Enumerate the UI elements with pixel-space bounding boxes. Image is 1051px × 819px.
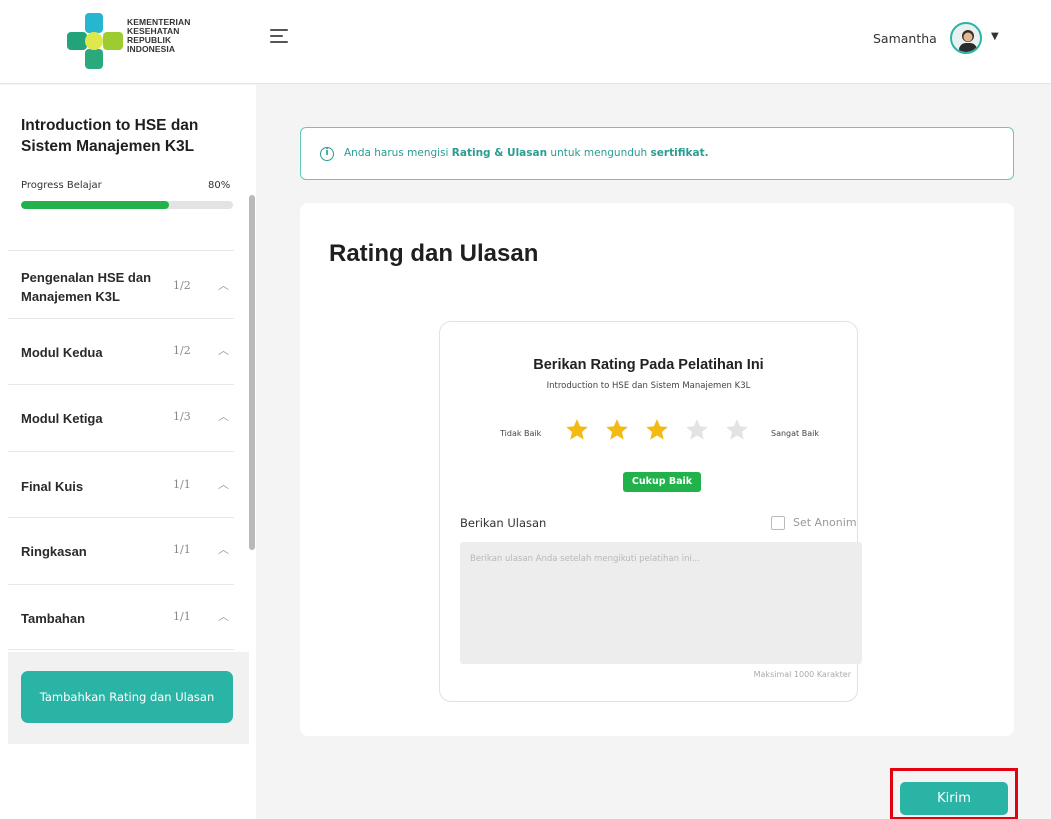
sidebar-scrollbar[interactable] — [249, 195, 255, 550]
module-label: Modul Kedua — [21, 345, 103, 360]
chevron-up-icon[interactable]: ︿ — [218, 476, 229, 492]
review-label: Berikan Ulasan — [460, 516, 547, 530]
course-sidebar: Introduction to HSE dan Sistem Manajemen… — [0, 85, 256, 819]
progress-value: 80% — [208, 180, 231, 191]
module-count: 1/1 — [173, 543, 191, 556]
rating-form-subtitle: Introduction to HSE dan Sistem Manajemen… — [546, 381, 751, 391]
module-list: Pengenalan HSE dan Manajemen K3L 1/2 ︿ M… — [8, 250, 234, 650]
course-title: Introduction to HSE dan Sistem Manajemen… — [21, 117, 199, 155]
alert-text: Anda harus mengisi Rating & Ulasan untuk… — [344, 147, 709, 159]
module-item[interactable]: Pengenalan HSE dan Manajemen K3L 1/2 ︿ — [8, 250, 234, 318]
add-rating-button[interactable]: Tambahkan Rating dan Ulasan — [21, 671, 233, 723]
alert-text-part: Anda harus mengisi — [344, 147, 452, 159]
module-item[interactable]: Ringkasan 1/1 ︿ — [8, 517, 234, 584]
module-label: Modul Ketiga — [21, 411, 103, 426]
star-icon[interactable] — [604, 417, 630, 443]
kemenkes-logo-mark — [67, 13, 123, 69]
alert-text-bold: sertifikat. — [650, 147, 709, 159]
rating-form-card: Berikan Rating Pada Pelatihan Ini Introd… — [439, 321, 862, 702]
chevron-up-icon[interactable]: ︿ — [218, 342, 229, 358]
module-count: 1/3 — [173, 410, 191, 423]
alert-text-part: untuk mengunduh — [547, 147, 651, 159]
kemenkes-logo: KEMENTERIAN KESEHATAN REPUBLIK INDONESIA — [65, 12, 205, 70]
rating-badge: Cukup Baik — [623, 472, 701, 492]
star-icon[interactable] — [564, 417, 590, 443]
module-label: Tambahan — [21, 611, 86, 626]
review-textarea[interactable] — [460, 542, 862, 664]
sidebar-footer: Tambahkan Rating dan Ulasan — [8, 652, 249, 744]
progress-label: Progress Belajar — [21, 180, 102, 191]
module-item[interactable]: Tambahan 1/1 ︿ — [8, 584, 234, 650]
hamburger-icon[interactable] — [270, 29, 288, 45]
rating-low-label: Tidak Baik — [500, 429, 542, 438]
info-icon: i — [320, 147, 334, 161]
module-count: 1/1 — [173, 478, 191, 491]
caret-down-icon[interactable]: ▼ — [991, 31, 999, 42]
user-avatar-icon — [959, 30, 977, 52]
logo-text: KEMENTERIAN KESEHATAN REPUBLIK INDONESIA — [127, 18, 190, 54]
alert-text-bold: Rating & Ulasan — [451, 147, 548, 159]
page-title: Rating dan Ulasan — [329, 240, 539, 267]
module-count: 1/2 — [173, 279, 191, 292]
certificate-alert: i Anda harus mengisi Rating & Ulasan unt… — [300, 127, 1014, 180]
module-label: Final Kuis — [21, 479, 84, 494]
chevron-up-icon[interactable]: ︿ — [218, 541, 229, 557]
module-label: Pengenalan HSE dan Manajemen K3L — [21, 270, 152, 304]
avatar[interactable] — [950, 22, 982, 54]
star-icon[interactable] — [724, 417, 750, 443]
rating-panel: Rating dan Ulasan Berikan Rating Pada Pe… — [300, 203, 1014, 736]
max-characters-label: Maksimal 1000 Karakter — [753, 670, 851, 679]
module-label: Ringkasan — [21, 544, 87, 559]
user-name[interactable]: Samantha — [873, 31, 937, 46]
anonymous-checkbox[interactable] — [771, 516, 785, 530]
progress-bar-fill — [21, 201, 170, 209]
chevron-up-icon[interactable]: ︿ — [218, 608, 229, 624]
star-icon[interactable] — [684, 417, 710, 443]
anonymous-label[interactable]: Set Anonim — [793, 516, 857, 529]
rating-form-title: Berikan Rating Pada Pelatihan Ini — [533, 357, 764, 373]
module-count: 1/2 — [173, 344, 191, 357]
module-item[interactable]: Modul Ketiga 1/3 ︿ — [8, 384, 234, 451]
submit-highlight: Kirim — [890, 768, 1018, 819]
module-count: 1/1 — [173, 610, 191, 623]
progress-bar — [21, 201, 233, 209]
module-item[interactable]: Modul Kedua 1/2 ︿ — [8, 318, 234, 384]
submit-button[interactable]: Kirim — [900, 782, 1008, 815]
star-rating — [564, 417, 754, 447]
top-header: KEMENTERIAN KESEHATAN REPUBLIK INDONESIA… — [0, 0, 1051, 84]
rating-high-label: Sangat Baik — [771, 429, 819, 438]
chevron-up-icon[interactable]: ︿ — [218, 408, 229, 424]
module-item[interactable]: Final Kuis 1/1 ︿ — [8, 451, 234, 517]
chevron-up-icon[interactable]: ︿ — [218, 277, 229, 293]
star-icon[interactable] — [644, 417, 670, 443]
logo-line: INDONESIA — [127, 44, 176, 54]
